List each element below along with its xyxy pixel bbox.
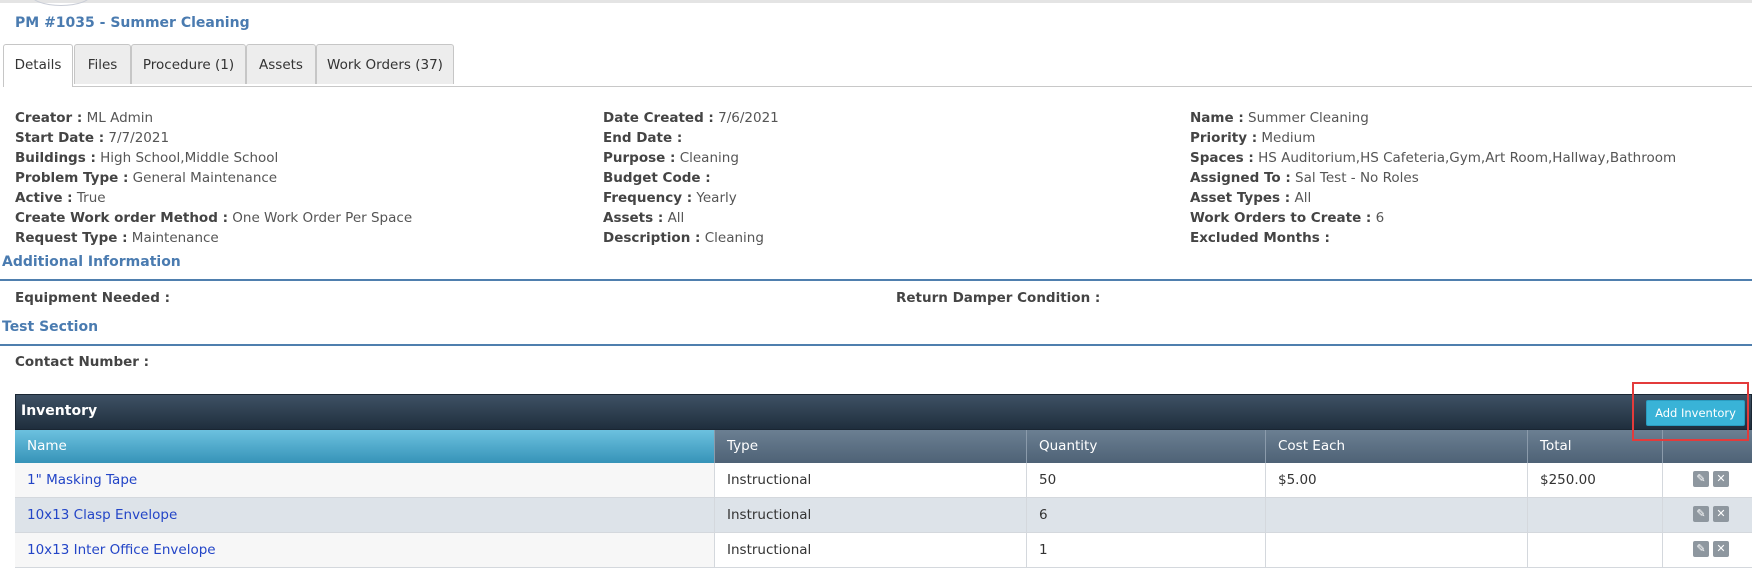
close-icon[interactable]: ✕ [1713, 541, 1729, 557]
detail-creator: Creator : ML Admin [15, 110, 154, 126]
detail-budget-code: Budget Code : [603, 170, 711, 186]
inventory-item-link[interactable]: 10x13 Clasp Envelope [27, 507, 177, 523]
detail-assigned-to: Assigned To : Sal Test - No Roles [1190, 170, 1419, 186]
cell-type: Instructional [715, 498, 1027, 532]
detail-excluded-months: Excluded Months : [1190, 230, 1330, 246]
cell-quantity: 50 [1027, 463, 1266, 497]
detail-end-date: End Date : [603, 130, 683, 146]
cell-cost-each [1266, 533, 1528, 567]
detail-priority: Priority : Medium [1190, 130, 1316, 146]
column-name[interactable]: Name [15, 430, 715, 463]
inventory-column-headers: Name Type Quantity Cost Each Total [15, 430, 1752, 463]
section-divider [0, 279, 1752, 281]
close-icon[interactable]: ✕ [1713, 471, 1729, 487]
cell-actions: ✎ ✕ [1663, 463, 1752, 497]
pencil-icon[interactable]: ✎ [1693, 541, 1709, 557]
tab-details[interactable]: Details [3, 44, 73, 87]
tab-files[interactable]: Files [74, 44, 131, 84]
detail-frequency: Frequency : Yearly [603, 190, 737, 206]
detail-buildings: Buildings : High School,Middle School [15, 150, 279, 166]
detail-spaces: Spaces : HS Auditorium,HS Cafeteria,Gym,… [1190, 150, 1677, 166]
section-additional-information: Additional Information [2, 254, 181, 270]
cell-cost-each: $5.00 [1266, 463, 1528, 497]
table-row: 10x13 Inter Office Envelope Instructiona… [15, 533, 1752, 568]
detail-purpose: Purpose : Cleaning [603, 150, 739, 166]
page-title: PM #1035 - Summer Cleaning [15, 15, 250, 31]
tab-work-orders[interactable]: Work Orders (37) [316, 44, 454, 84]
cell-total: $250.00 [1528, 463, 1663, 497]
close-icon[interactable]: ✕ [1713, 506, 1729, 522]
cell-total [1528, 533, 1663, 567]
cell-type: Instructional [715, 463, 1027, 497]
section-divider [0, 344, 1752, 346]
detail-date-created: Date Created : 7/6/2021 [603, 110, 779, 126]
field-return-damper-condition: Return Damper Condition : [896, 290, 1101, 306]
detail-start-date: Start Date : 7/7/2021 [15, 130, 170, 146]
detail-request-type: Request Type : Maintenance [15, 230, 219, 246]
highlight-annotation [1632, 382, 1749, 441]
detail-work-orders-to-create: Work Orders to Create : 6 [1190, 210, 1385, 226]
tab-procedure[interactable]: Procedure (1) [131, 44, 246, 84]
cell-quantity: 6 [1027, 498, 1266, 532]
column-quantity[interactable]: Quantity [1027, 430, 1266, 463]
detail-description: Description : Cleaning [603, 230, 764, 246]
cell-type: Instructional [715, 533, 1027, 567]
cell-name: 1" Masking Tape [15, 463, 715, 497]
detail-assets: Assets : All [603, 210, 685, 226]
inventory-title: Inventory [21, 403, 98, 419]
column-cost-each[interactable]: Cost Each [1266, 430, 1528, 463]
detail-asset-types: Asset Types : All [1190, 190, 1312, 206]
detail-create-method: Create Work order Method : One Work Orde… [15, 210, 413, 226]
inventory-item-link[interactable]: 1" Masking Tape [27, 472, 137, 488]
detail-name: Name : Summer Cleaning [1190, 110, 1369, 126]
column-type[interactable]: Type [715, 430, 1027, 463]
cell-quantity: 1 [1027, 533, 1266, 567]
cell-actions: ✎ ✕ [1663, 533, 1752, 567]
detail-active: Active : True [15, 190, 106, 206]
inventory-item-link[interactable]: 10x13 Inter Office Envelope [27, 542, 216, 558]
detail-problem-type: Problem Type : General Maintenance [15, 170, 278, 186]
tab-assets[interactable]: Assets [246, 44, 316, 84]
field-equipment-needed: Equipment Needed : [15, 290, 170, 306]
inventory-header: Inventory Add Inventory [15, 394, 1752, 430]
cell-total [1528, 498, 1663, 532]
cell-actions: ✎ ✕ [1663, 498, 1752, 532]
top-border [0, 0, 1752, 3]
section-test-section: Test Section [2, 319, 99, 335]
cell-name: 10x13 Inter Office Envelope [15, 533, 715, 567]
logo-arc [30, 0, 92, 6]
cell-name: 10x13 Clasp Envelope [15, 498, 715, 532]
tab-bar: Details Files Procedure (1) Assets Work … [3, 44, 1752, 87]
table-row: 10x13 Clasp Envelope Instructional 6 ✎ ✕ [15, 498, 1752, 533]
table-row: 1" Masking Tape Instructional 50 $5.00 $… [15, 463, 1752, 498]
field-contact-number: Contact Number : [15, 354, 150, 370]
cell-cost-each [1266, 498, 1528, 532]
pencil-icon[interactable]: ✎ [1693, 506, 1709, 522]
pencil-icon[interactable]: ✎ [1693, 471, 1709, 487]
inventory-panel: Inventory Add Inventory Name Type Quanti… [15, 394, 1752, 573]
